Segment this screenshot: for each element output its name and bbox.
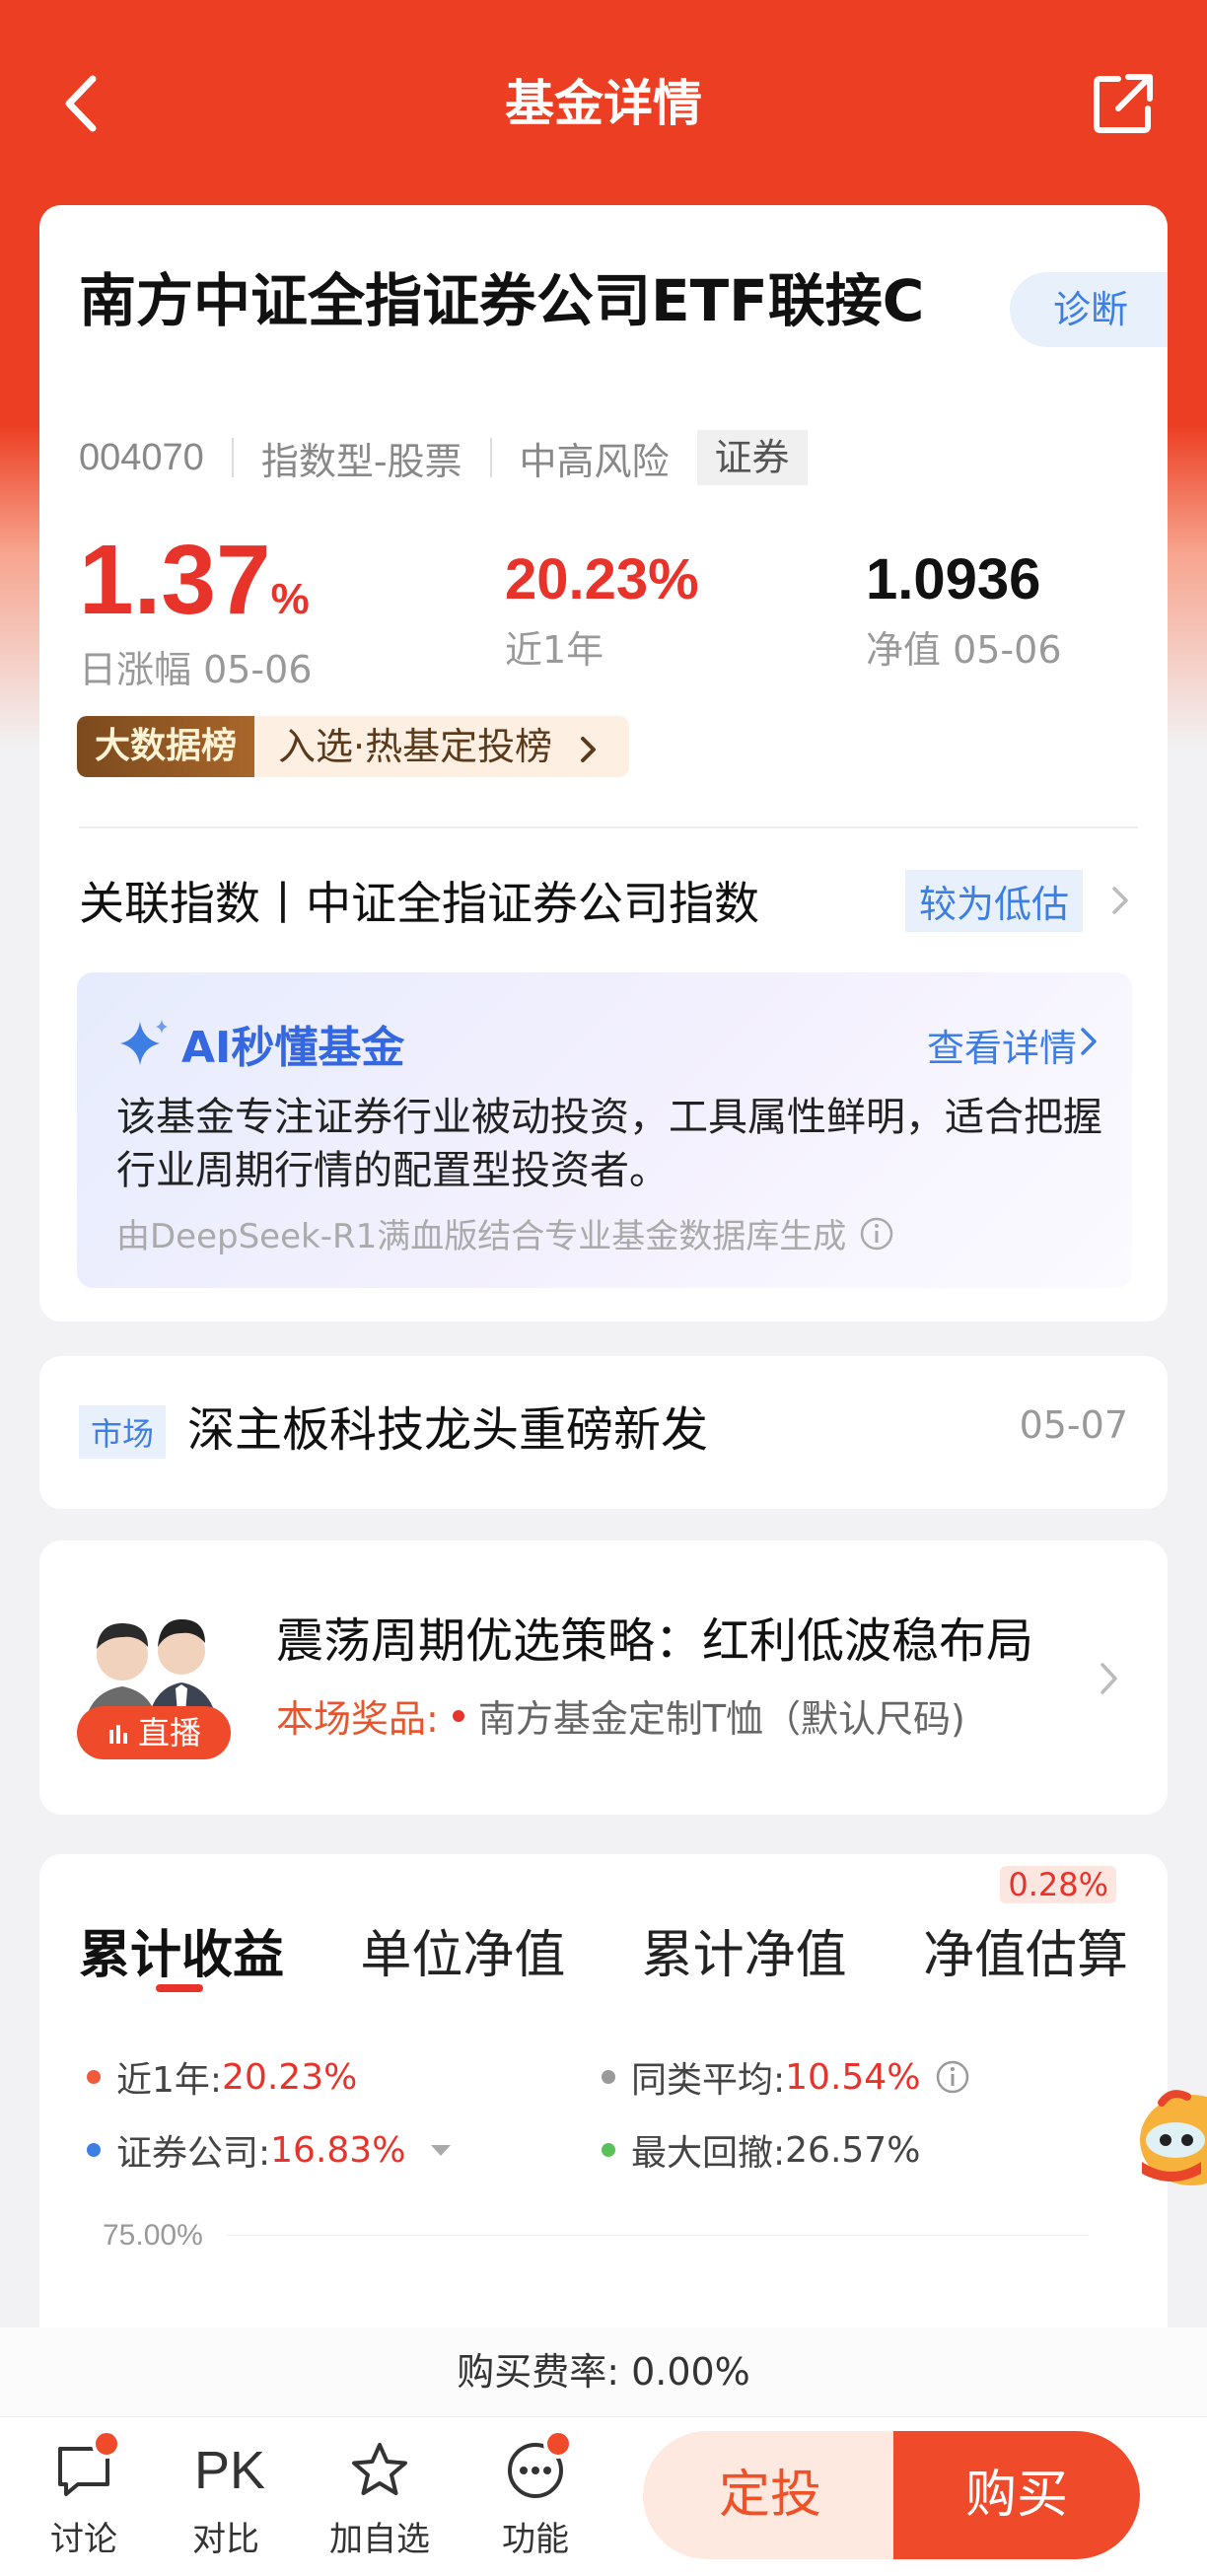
share-icon [1094,74,1153,133]
legend-dot [87,2070,101,2084]
related-index-row[interactable]: 关联指数丨中证全指证券公司指数 较为低估 [79,856,1138,945]
rank-banner[interactable]: 大数据榜 入选·热基定投榜 [77,716,630,777]
news-tag: 市场 [79,1405,167,1459]
star-icon [348,2439,411,2502]
chevron-right-icon [581,736,597,762]
mascot-assistant-icon[interactable] [1132,2071,1207,2199]
sip-button[interactable]: 定投 [643,2431,897,2559]
active-tab-indicator [156,1984,203,1992]
news-date: 05-07 [1019,1403,1128,1447]
related-index-text: 关联指数丨中证全指证券公司指数 [79,877,759,930]
rank-text: 入选·热基定投榜 [254,716,630,777]
legend-item-1y: 近1年: 20.23% [87,2051,357,2103]
year-return-value: 20.23% [505,547,699,611]
estimate-badge: 0.28% [1000,1866,1116,1903]
prize-dot [452,1709,464,1722]
tab-cumulative-nav[interactable]: 累计净值 [642,1913,847,2002]
tab-unit-nav[interactable]: 单位净值 [360,1913,565,2002]
daily-change-label: 日涨幅 05-06 [79,648,313,691]
navbar: 基金详情 [0,39,1207,168]
discuss-button[interactable]: 讨论 [30,2429,138,2560]
section-divider [79,826,1138,828]
share-button[interactable] [1089,69,1158,138]
fund-summary-card: 南方中证全指证券公司ETF联接C 诊断 004070 指数型-股票 中高风险 证… [39,205,1168,1322]
tab-nav-estimate[interactable]: 净值估算 [923,1913,1128,2002]
functions-button[interactable]: 功能 [481,2429,590,2560]
live-prize: 本场奖品: 南方基金定制T恤（默认尺码) [276,1688,965,1743]
fund-meta: 004070 指数型-股票 中高风险 证券 [79,430,808,485]
ai-summary-text: 该基金专注证券行业被动投资，工具属性鲜明，适合把握行业周期行情的配置型投资者。 [116,1095,1102,1193]
sector-tag: 证券 [696,430,808,485]
legend-dot [87,2143,101,2157]
pk-icon: PK [194,2441,266,2500]
news-card[interactable]: 市场 深主板科技龙头重磅新发 05-07 [39,1356,1168,1509]
chevron-right-icon [1081,1028,1097,1055]
info-icon[interactable] [858,1215,895,1252]
chart-gridline [227,2235,1089,2236]
prize-value: 南方基金定制T恤（默认尺码) [477,1697,965,1741]
chart-tabs: 累计收益 单位净值 累计净值 净值估算 [79,1913,1128,2002]
ai-footnote: 由DeepSeek-R1满血版结合专业基金数据库生成 [116,1209,895,1257]
sparkle-icon [120,1020,168,1065]
caret-down-icon [431,2145,452,2156]
divider [489,438,492,477]
fund-risk: 中高风险 [519,439,670,483]
compare-button[interactable]: PK 对比 [172,2439,280,2560]
nav-label: 净值 05-06 [866,628,1062,672]
year-return-stat: 20.23% 近1年 [505,531,699,674]
page-title: 基金详情 [505,75,702,132]
live-title: 震荡周期优选策略：红利低波稳布局 [276,1613,1034,1669]
buy-button[interactable]: 购买 [893,2431,1140,2559]
daily-change-stat: 1.37% 日涨幅 05-06 [79,531,313,693]
fund-name: 南方中证全指证券公司ETF联接C [79,267,925,334]
bar-chart-icon [108,1725,127,1744]
purchase-fee: 购买费率: 0.00% [0,2327,1207,2416]
nav-value: 1.0936 [866,547,1041,611]
news-title: 深主板科技龙头重磅新发 [187,1402,709,1458]
divider [231,438,234,477]
legend-item-securities[interactable]: 证券公司: 16.83% [87,2124,453,2176]
legend-item-max-drawdown: 最大回撤: 26.57% [602,2124,920,2176]
info-icon[interactable] [934,2058,971,2096]
diagnose-button[interactable]: 诊断 [1010,272,1168,347]
notification-dot [92,2429,121,2459]
ai-summary-box: AI秒懂基金 查看详情 该基金专注证券行业被动投资，工具属性鲜明，适合把握行业周… [77,972,1132,1288]
y-axis-top-label: 75.00% [103,2219,203,2252]
live-card[interactable]: 直播 震荡周期优选策略：红利低波稳布局 本场奖品: 南方基金定制T恤（默认尺码) [39,1540,1168,1815]
legend-item-peer-avg: 同类平均: 10.54% [602,2051,971,2103]
chevron-right-icon [1100,1663,1117,1694]
add-watchlist-button[interactable]: 加自选 [325,2439,434,2560]
bottom-action-bar: 讨论 PK 对比 加自选 功能 定投 购买 [0,2416,1207,2576]
fund-type: 指数型-股票 [260,439,462,483]
more-icon [504,2429,573,2502]
nav-stat: 1.0936 净值 05-06 [866,531,1062,674]
daily-change-value: 1.37% [79,525,310,635]
chat-icon [52,2429,121,2502]
ai-title: AI秒懂基金 [116,1012,404,1075]
legend-dot [602,2143,615,2157]
rank-badge: 大数据榜 [77,716,255,777]
prize-label: 本场奖品: [276,1697,439,1741]
valuation-tag: 较为低估 [904,869,1083,932]
chevron-right-icon [1112,887,1128,914]
legend-dot [602,2070,615,2084]
ai-more-link[interactable]: 查看详情 [927,1018,1077,1072]
notification-dot [543,2429,573,2459]
fund-code: 004070 [79,436,204,478]
live-badge: 直播 [77,1706,231,1759]
